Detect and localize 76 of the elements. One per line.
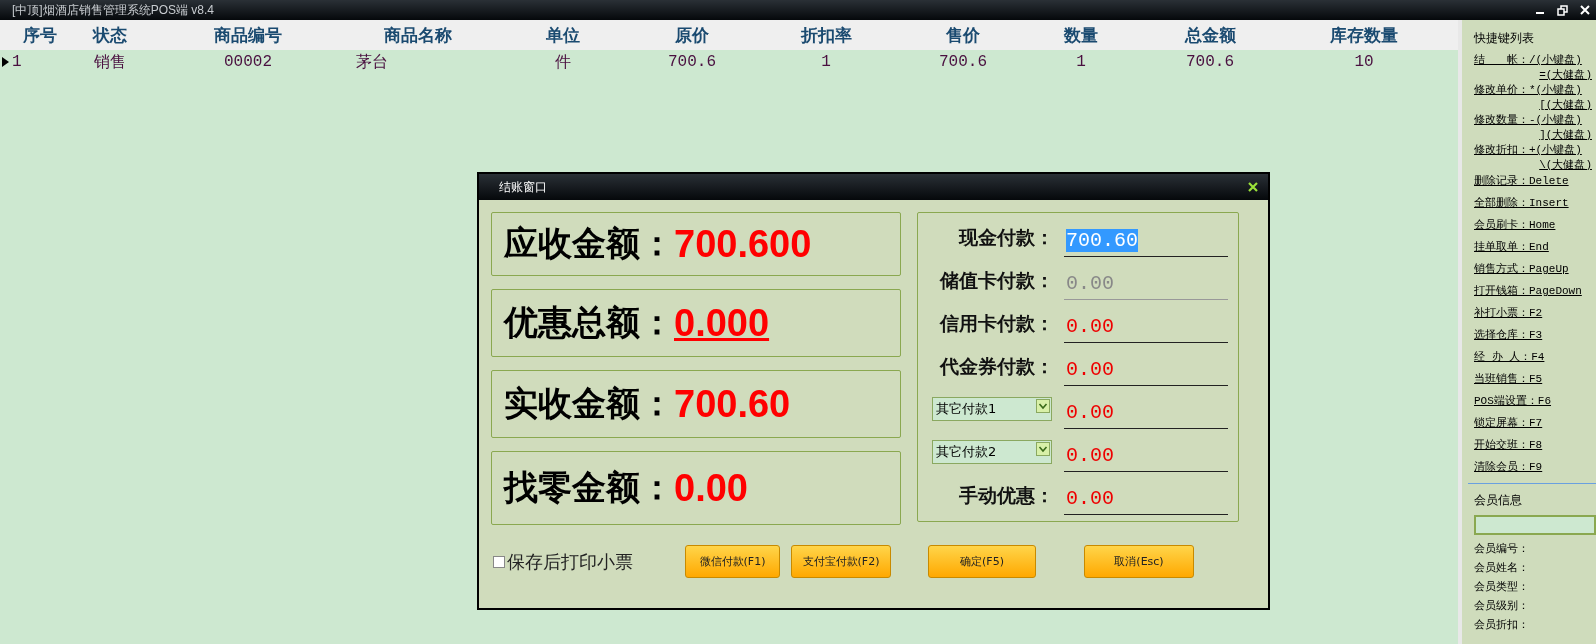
table-cell-text: 销售 xyxy=(93,52,127,73)
table-cell-text: 700.6 xyxy=(667,53,717,71)
column-header: 状态 xyxy=(91,23,128,47)
table-cell-text: 00002 xyxy=(223,53,273,71)
shortcut-link[interactable]: =(大健盘) xyxy=(1539,68,1596,83)
shortcut-link[interactable]: [(大健盘) xyxy=(1539,98,1596,113)
shortcut-link[interactable]: 补打小票：F2 xyxy=(1474,305,1543,321)
shortcut-link[interactable]: 打开钱箱：PageDown xyxy=(1474,283,1582,299)
shortcut-link[interactable]: 全部删除：Insert xyxy=(1474,195,1569,211)
table-cell-text: 700.6 xyxy=(938,53,988,71)
shortcut-link[interactable]: 经 办 人：F4 xyxy=(1474,349,1545,365)
shortcut-link[interactable]: 开始交班：F8 xyxy=(1474,437,1543,453)
action-button[interactable]: 支付宝付款(F2) xyxy=(791,545,891,578)
column-header: 库存数量 xyxy=(1329,23,1399,47)
close-icon[interactable] xyxy=(1248,182,1258,192)
shortcut-link[interactable]: POS端设置：F6 xyxy=(1474,393,1551,409)
shortcut-link[interactable]: 锁定屏幕：F7 xyxy=(1474,415,1543,431)
shortcut-link[interactable]: 选择仓库：F3 xyxy=(1474,327,1543,343)
action-button[interactable]: 微信付款(F1) xyxy=(685,545,780,578)
amount-value: 0.00 xyxy=(674,466,748,510)
table-cell-text: 10 xyxy=(1353,53,1375,71)
table-cell-text: 茅台 xyxy=(356,52,389,73)
member-field-label: 会员折扣： xyxy=(1474,617,1530,633)
action-button[interactable]: 确定(F5) xyxy=(928,545,1036,578)
shortcut-link[interactable]: 删除记录：Delete xyxy=(1474,173,1569,189)
amount-label: 优惠总额： xyxy=(504,301,674,344)
shortcut-link[interactable]: 结 帐：/(小键盘) xyxy=(1474,53,1582,68)
shortcut-link[interactable]: 会员刷卡：Home xyxy=(1474,217,1556,233)
sidebar-title: 快捷键列表 xyxy=(1474,30,1535,47)
column-header: 商品名称 xyxy=(383,23,453,47)
checkbox[interactable] xyxy=(493,555,505,568)
column-header: 商品编号 xyxy=(213,23,283,47)
column-header: 数量 xyxy=(1063,23,1099,47)
column-header: 单位 xyxy=(545,23,581,47)
checkbox-label: 保存后打印小票 xyxy=(507,549,633,574)
table-cell: 1 xyxy=(12,53,22,71)
member-field-label: 会员姓名： xyxy=(1474,560,1530,576)
shortcut-link[interactable]: 当班销售：F5 xyxy=(1474,371,1543,387)
table-cell-text: 1 xyxy=(1075,53,1087,71)
restore-icon[interactable] xyxy=(1557,4,1568,16)
member-info-title: 会员信息 xyxy=(1474,492,1523,509)
shortcut-link[interactable]: ](大健盘) xyxy=(1539,128,1596,143)
column-header: 原价 xyxy=(674,23,710,47)
column-header: 总金额 xyxy=(1183,23,1237,47)
shortcut-link[interactable]: 挂单取单：End xyxy=(1474,239,1549,255)
payment-label: 信用卡付款： xyxy=(940,311,1054,336)
amount-label: 应收金额： xyxy=(504,222,674,265)
column-header: 序号 xyxy=(22,23,58,47)
shortcut-link[interactable]: 清除会员：F9 xyxy=(1474,459,1543,475)
table-cell-text: 1 xyxy=(820,53,832,71)
shortcut-link[interactable]: 修改单价：*(小键盘) xyxy=(1474,83,1582,98)
payment-label: 代金券付款： xyxy=(940,354,1054,379)
shortcut-link[interactable]: 修改数量：-(小键盘) xyxy=(1474,113,1582,128)
action-button[interactable]: 取消(Esc) xyxy=(1084,545,1194,578)
member-field-label: 会员类型： xyxy=(1474,579,1530,595)
member-field-label: 会员编号： xyxy=(1474,541,1530,557)
shortcut-link[interactable]: 销售方式：PageUp xyxy=(1474,261,1569,277)
amount-value: 700.600 xyxy=(674,222,812,266)
table-cell-text: 700.6 xyxy=(1185,53,1235,71)
payment-label: 现金付款： xyxy=(959,225,1054,250)
member-field-label: 会员级别： xyxy=(1474,598,1530,614)
payment-type-select[interactable]: 其它付款2 xyxy=(932,440,1052,464)
shortcut-link[interactable]: 修改折扣：+(小键盘) xyxy=(1474,143,1582,158)
column-header: 售价 xyxy=(945,23,981,47)
column-header: 折扣率 xyxy=(799,23,853,47)
amount-label: 找零金额： xyxy=(504,466,674,509)
payment-label: 储值卡付款： xyxy=(940,268,1054,293)
payment-type-select[interactable]: 其它付款1 xyxy=(932,397,1052,421)
payment-label: 手动优惠： xyxy=(959,483,1054,508)
member-search-field[interactable] xyxy=(1474,515,1596,535)
dialog-title: 结账窗口 xyxy=(499,178,547,196)
shortcut-link[interactable]: \(大健盘) xyxy=(1539,158,1596,173)
amount-label: 实收金额： xyxy=(504,382,674,425)
table-cell-text: 件 xyxy=(554,52,572,73)
amount-value: 700.60 xyxy=(674,382,791,426)
window-title: [中顶]烟酒店销售管理系统POS端 v8.4 xyxy=(12,1,215,19)
